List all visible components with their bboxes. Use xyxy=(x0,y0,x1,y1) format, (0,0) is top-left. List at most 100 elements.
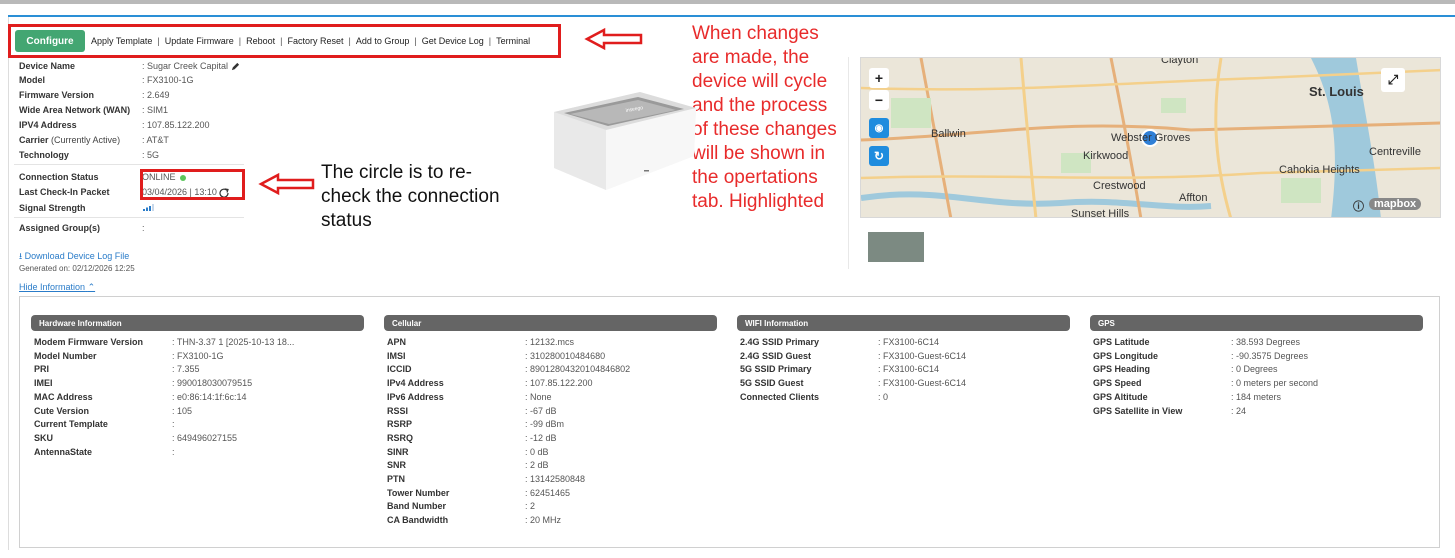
row-value: : 20 MHz xyxy=(525,515,562,526)
device-name-value: : Sugar Creek Capital xyxy=(142,61,240,71)
satellite-thumbnail[interactable] xyxy=(868,232,924,262)
table-row: GPS Altitude: 184 meters xyxy=(1093,392,1413,404)
row-value: : 310280010484680 xyxy=(525,350,606,361)
configure-button[interactable]: Configure xyxy=(15,30,85,52)
map-view[interactable]: + − ◉ ↻ ⤢ St. Louis Ballwin Webster Grov… xyxy=(860,57,1441,218)
add-to-group-link[interactable]: Add to Group xyxy=(356,36,410,46)
table-row: Current Template: xyxy=(34,419,354,431)
eye-icon[interactable]: ◉ xyxy=(869,118,889,138)
hide-information-link[interactable]: Hide Information ⌃ xyxy=(19,282,95,293)
chevron-up-icon: ⌃ xyxy=(87,282,96,292)
zoom-out-button[interactable]: − xyxy=(869,90,889,110)
row-value: : 62451465 xyxy=(525,487,571,498)
factory-reset-link[interactable]: Factory Reset xyxy=(287,36,343,46)
column-divider xyxy=(848,57,849,269)
separator: | xyxy=(414,36,417,46)
info-label: Model xyxy=(19,75,45,85)
download-icon: ⭳ xyxy=(19,251,23,261)
row-value: : 990018030079515 xyxy=(172,378,253,389)
info-value: : AT&T xyxy=(142,135,169,145)
row-label: 2.4G SSID Primary xyxy=(740,337,820,347)
row-value: : 0 Degrees xyxy=(1231,364,1278,375)
table-row: SNR: 2 dB xyxy=(387,460,707,472)
row-label: Modem Firmware Version xyxy=(34,337,144,347)
table-row: 2.4G SSID Guest: FX3100-Guest-6C14 xyxy=(740,351,1060,363)
table-row: SKU : 649496027155 xyxy=(34,433,354,445)
info-icon[interactable]: ⓘ xyxy=(1353,198,1364,214)
row-label: IPv6 Address xyxy=(387,391,444,402)
map-label: Webster Groves xyxy=(1111,132,1191,144)
annotation-line: tab. Highlighted xyxy=(692,191,825,212)
row-value: : xyxy=(172,419,175,430)
row-label: GPS Longitude xyxy=(1093,350,1158,361)
download-log-link[interactable]: ⭳ Download Device Log File xyxy=(19,249,129,265)
update-firmware-link[interactable]: Update Firmware xyxy=(165,36,234,46)
row-label: RSRQ xyxy=(387,432,414,443)
pencil-icon[interactable] xyxy=(231,62,240,71)
row-label: PTN xyxy=(387,474,405,484)
row-label: Model Number xyxy=(34,350,97,361)
apply-template-link[interactable]: Apply Template xyxy=(91,36,152,46)
table-row: IMSI: 310280010484680 xyxy=(387,351,707,363)
row-label: Current Template xyxy=(34,419,108,430)
arrow-left-icon xyxy=(258,172,315,196)
row-value: : THN-3.37 1 [2025-10-13 18... xyxy=(172,337,295,347)
annotation-line: device will cycle xyxy=(692,71,828,92)
table-row: Tower Number: 62451465 xyxy=(387,488,707,500)
info-label: Firmware Version xyxy=(19,90,95,100)
mapbox-attribution[interactable]: mapbox xyxy=(1369,198,1422,210)
info-label: Technology xyxy=(19,150,69,160)
annotation-red: When changes are made, the device will c… xyxy=(692,22,837,214)
signal-bars-icon xyxy=(142,203,156,213)
info-value: : 5G xyxy=(142,150,160,160)
row-value: : FX3100-6C14 xyxy=(878,337,940,347)
row-value: : FX3100-Guest-6C14 xyxy=(878,350,967,361)
row-label: AntennaState xyxy=(34,446,93,457)
annotation-line: The circle is to re- xyxy=(321,162,472,183)
info-label: Connection Status xyxy=(19,172,99,182)
separator: | xyxy=(488,36,492,46)
info-label: Carrier (Currently Active) xyxy=(19,135,121,145)
row-label: GPS Satellite in View xyxy=(1093,405,1183,416)
map-label: Ballwin xyxy=(931,128,966,140)
separator: | xyxy=(348,36,351,46)
table-row: IPv4 Address: 107.85.122.200 xyxy=(387,378,707,390)
row-label: Connected Clients xyxy=(740,391,820,402)
reboot-link[interactable]: Reboot xyxy=(246,36,275,46)
row-value: : -12 dB xyxy=(525,432,557,443)
row-label: 5G SSID Primary xyxy=(740,364,812,375)
zoom-in-button[interactable]: + xyxy=(869,68,889,88)
row-value: : 2 xyxy=(525,501,536,512)
row-label: 5G SSID Guest xyxy=(740,378,804,389)
row-value: : 649496027155 xyxy=(172,432,238,443)
checkin-highlight-box xyxy=(140,169,245,200)
table-row: Model Number: FX3100-1G xyxy=(34,351,354,363)
info-value: : SIM1 xyxy=(142,105,169,115)
annotation-line: are made, the xyxy=(692,47,810,68)
table-row: MAC Address: e0:86:14:1f:6c:14 xyxy=(34,392,354,404)
table-row: SINR: 0 dB xyxy=(387,447,707,459)
table-row: Connected Clients: 0 xyxy=(740,392,1060,404)
terminal-link[interactable]: Terminal xyxy=(496,36,530,46)
annotation-line: check the connection xyxy=(321,186,500,207)
fullscreen-icon[interactable]: ⤢ xyxy=(1381,68,1405,92)
annotation-line: When changes xyxy=(692,23,819,44)
divider xyxy=(14,217,244,218)
row-value: : e0:86:14:1f:6c:14 xyxy=(172,391,247,402)
annotation-line: the opertations xyxy=(692,167,818,188)
table-row: RSSI : -67 dB xyxy=(387,406,707,418)
separator: | xyxy=(157,36,160,46)
map-label: Affton xyxy=(1179,192,1208,204)
row-label: IMEI xyxy=(34,378,53,389)
section-header: GPS xyxy=(1090,315,1423,331)
row-label: RSSI xyxy=(387,405,409,416)
get-device-log-link[interactable]: Get Device Log xyxy=(422,36,484,46)
row-label: SKU xyxy=(34,432,54,443)
table-row: GPS Satellite in View: 24 xyxy=(1093,406,1413,418)
table-row: CA Bandwidth: 20 MHz xyxy=(387,515,707,527)
table-row: 2.4G SSID Primary : FX3100-6C14 xyxy=(740,337,1060,349)
row-value: : xyxy=(172,446,175,457)
refresh-map-icon[interactable]: ↻ xyxy=(869,146,889,166)
annotation-line: of these changes xyxy=(692,119,837,140)
row-value: : -67 dB xyxy=(525,405,557,416)
